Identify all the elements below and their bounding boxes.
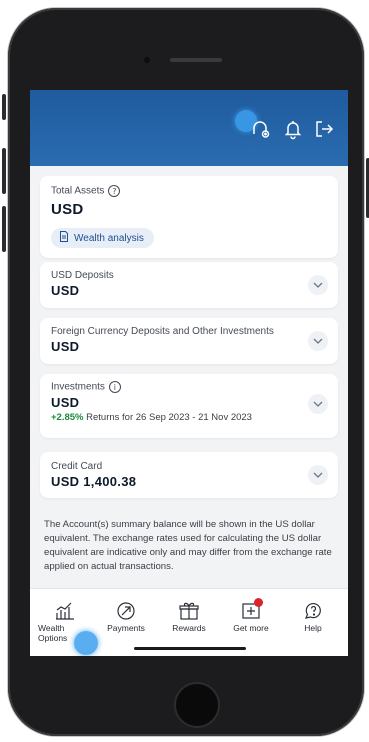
account-label: Foreign Currency Deposits and Other Inve… <box>51 326 274 337</box>
nav-label: Rewards <box>172 623 206 633</box>
foreign-currency-card[interactable]: Foreign Currency Deposits and Other Inve… <box>40 318 338 364</box>
investments-label-row: Investments i <box>51 381 121 393</box>
document-icon <box>59 231 69 245</box>
returns-period: Returns for 26 Sep 2023 - 21 Nov 2023 <box>86 412 252 423</box>
home-button[interactable] <box>174 682 220 728</box>
chevron-down-icon[interactable] <box>308 465 328 485</box>
usd-deposits-card[interactable]: USD Deposits USD <box>40 262 338 308</box>
help-icon[interactable]: ? <box>108 185 121 197</box>
app-screen: Total Assets? USD Wealth analysis USD De… <box>30 90 348 656</box>
notification-badge <box>254 598 263 607</box>
wealth-analysis-button[interactable]: Wealth analysis <box>51 228 154 248</box>
add-box-icon <box>220 601 282 621</box>
info-icon[interactable]: i <box>108 381 121 393</box>
nav-label: Help <box>304 623 322 633</box>
total-assets-card: Total Assets? USD Wealth analysis <box>40 176 338 258</box>
nav-label: Get more <box>233 623 269 633</box>
account-value: USD <box>51 339 80 354</box>
volume-up-button <box>2 148 6 194</box>
returns-row: +2.85% Returns for 26 Sep 2023 - 21 Nov … <box>51 412 252 423</box>
chevron-down-icon[interactable] <box>308 394 328 414</box>
chevron-down-icon[interactable] <box>308 275 328 295</box>
credit-card-card[interactable]: Credit Card USD 1,400.38 <box>40 452 338 498</box>
logout-icon[interactable] <box>313 118 335 140</box>
silent-switch <box>2 94 6 120</box>
credit-card-label: Credit Card <box>51 461 103 472</box>
wealth-analysis-label: Wealth analysis <box>74 232 144 244</box>
account-value: USD <box>51 283 80 298</box>
disclaimer-text: The Account(s) summary balance will be s… <box>44 519 332 572</box>
help-bubble-icon <box>282 601 344 621</box>
nav-label: Payments <box>107 623 145 633</box>
nav-help[interactable]: Help <box>282 601 344 633</box>
nav-label: Wealth Options <box>38 623 68 643</box>
volume-down-button <box>2 206 6 252</box>
credit-card-value: USD 1,400.38 <box>51 474 137 489</box>
total-assets-label-row: Total Assets? <box>51 185 121 197</box>
total-assets-label: Total Assets <box>51 185 105 197</box>
total-assets-value: USD <box>51 201 84 218</box>
touch-indicator <box>74 631 98 655</box>
gift-icon <box>158 601 220 621</box>
account-label: USD Deposits <box>51 270 114 281</box>
payment-arrow-icon <box>95 601 157 621</box>
chart-bars-icon <box>34 601 96 621</box>
bottom-navigation: Wealth Options Payments Rewards Get more… <box>30 588 348 656</box>
home-indicator[interactable] <box>134 647 246 650</box>
front-camera <box>144 57 150 63</box>
chevron-down-icon[interactable] <box>308 331 328 351</box>
investments-label: Investments <box>51 381 105 393</box>
speaker-grille <box>170 58 222 62</box>
wealth-advisor-icon[interactable] <box>250 118 272 140</box>
nav-get-more[interactable]: Get more <box>220 598 282 633</box>
app-header <box>30 90 348 166</box>
returns-percent: +2.85% <box>51 412 84 423</box>
nav-payments[interactable]: Payments <box>95 601 157 633</box>
notification-bell-icon[interactable] <box>282 118 304 140</box>
investments-card[interactable]: Investments i USD +2.85% Returns for 26 S… <box>40 374 338 438</box>
investments-value: USD <box>51 395 80 410</box>
nav-rewards[interactable]: Rewards <box>158 601 220 633</box>
